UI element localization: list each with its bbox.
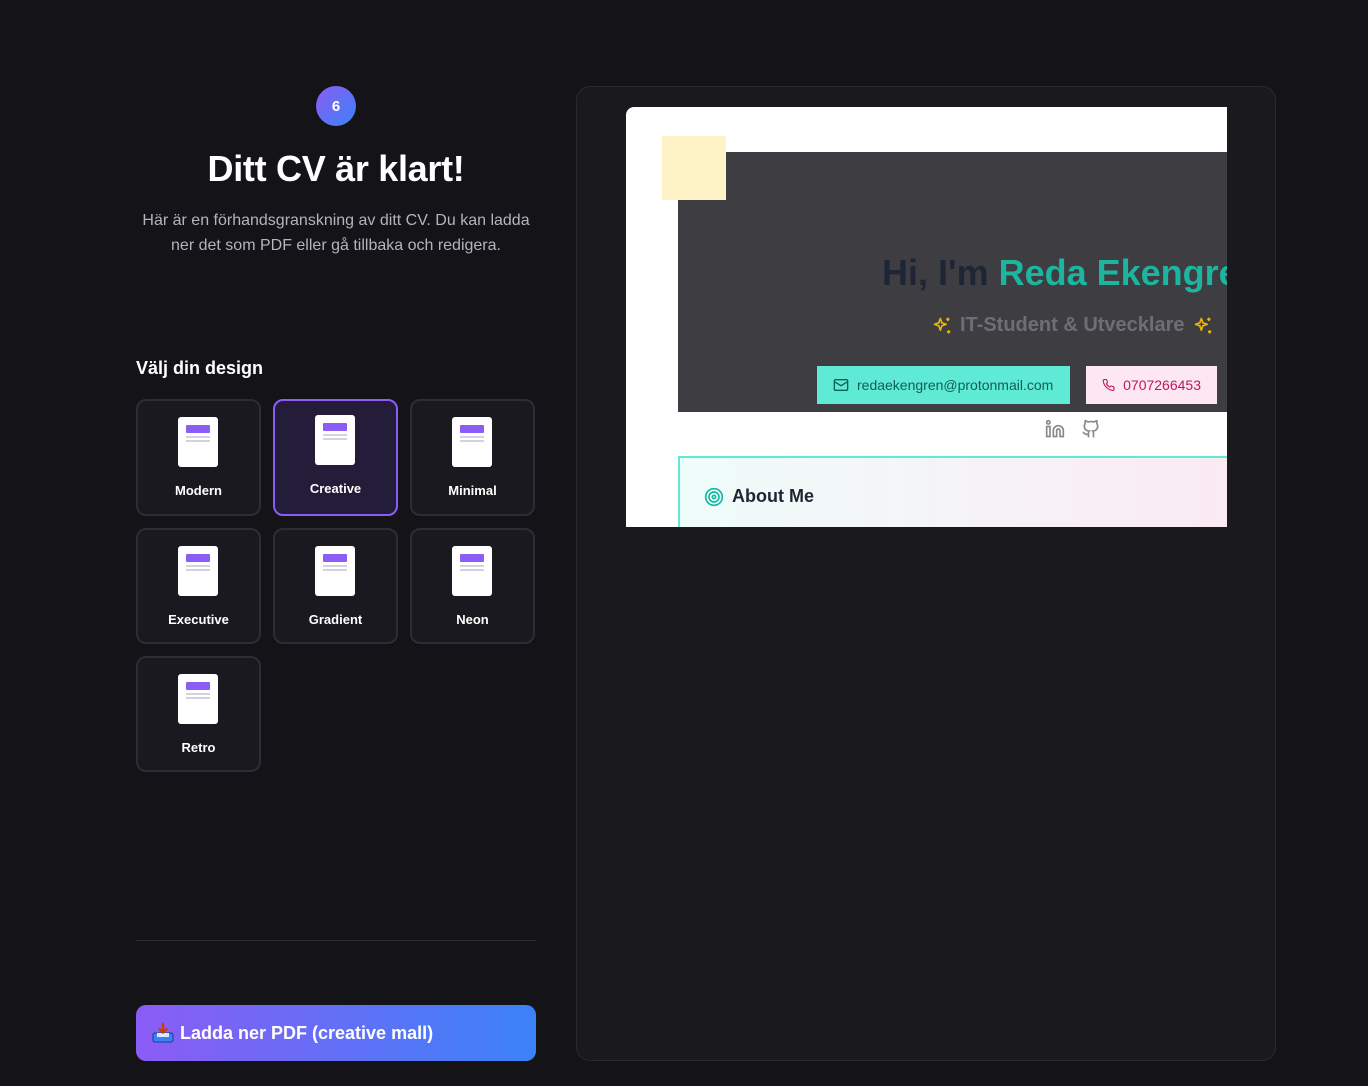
design-option-neon[interactable]: Neon [410,528,535,644]
cv-preview-panel: Hi, I'm Reda Ekengren! IT-Student & Utve… [576,86,1276,1061]
document-icon [452,417,492,467]
page-subtitle: Här är en förhandsgranskning av ditt CV.… [142,212,530,254]
design-option-executive[interactable]: Executive [136,528,261,644]
download-pdf-button[interactable]: Ladda ner PDF (creative mall) [136,1005,536,1061]
sparkles-icon [1194,317,1211,333]
cv-about-section: About Me [678,456,1227,527]
step-badge: 6 [316,86,356,126]
design-option-label: Gradient [308,612,363,627]
mail-icon [833,379,849,391]
cv-social-links [1045,419,1101,439]
cv-email-chip[interactable]: redaekengren@protonmail.com [817,366,1070,404]
design-option-label: Retro [181,740,216,755]
inbox-tray-icon [152,1022,174,1044]
document-icon [178,546,218,596]
cv-greeting-prefix: Hi, I'm [882,252,999,293]
design-option-gradient[interactable]: Gradient [273,528,398,644]
step-number: 6 [331,97,341,115]
document-icon [315,546,355,596]
cv-about-title: About Me [704,486,814,507]
cv-greeting: Hi, I'm Reda Ekengren! [882,252,1227,294]
cv-role-text: IT-Student & Utvecklare [960,314,1185,336]
cv-phone: 0707266453 [1123,377,1201,393]
cv-role: IT-Student & Utvecklare [932,314,1213,337]
design-option-modern[interactable]: Modern [136,399,261,516]
cv-name: Reda Ekengren [998,252,1227,293]
design-option-retro[interactable]: Retro [136,656,261,772]
design-grid: Modern Creative Minimal Executive Gradie… [136,399,536,772]
target-icon [704,487,724,506]
design-option-label: Minimal [448,483,497,498]
design-heading: Välj din design [136,358,264,378]
document-icon [452,546,492,596]
design-option-label: Modern [175,483,222,498]
download-pdf-label: Ladda ner PDF (creative mall) [180,1022,434,1043]
sparkles-icon [933,317,951,333]
cv-email: redaekengren@protonmail.com [857,377,1054,393]
left-panel: 6 Ditt CV är klart! Här är en förhandsgr… [136,0,536,1086]
design-option-label: Creative [309,481,362,496]
phone-icon [1102,378,1115,391]
document-icon [178,417,218,467]
linkedin-icon[interactable] [1045,419,1065,439]
document-icon [315,415,355,465]
cv-about-title-text: About Me [732,486,814,506]
page-title: Ditt CV är klart! [207,148,465,189]
cv-phone-chip[interactable]: 0707266453 [1086,366,1217,404]
design-option-label: Executive [168,612,229,627]
cv-header: Hi, I'm Reda Ekengren! IT-Student & Utve… [678,152,1227,438]
divider [136,940,536,941]
decorative-square [662,136,726,200]
cv-paper: Hi, I'm Reda Ekengren! IT-Student & Utve… [626,107,1227,527]
design-option-creative[interactable]: Creative [273,399,398,516]
design-option-label: Neon [456,612,489,627]
document-icon [178,674,218,724]
design-option-minimal[interactable]: Minimal [410,399,535,516]
github-icon[interactable] [1081,419,1101,439]
